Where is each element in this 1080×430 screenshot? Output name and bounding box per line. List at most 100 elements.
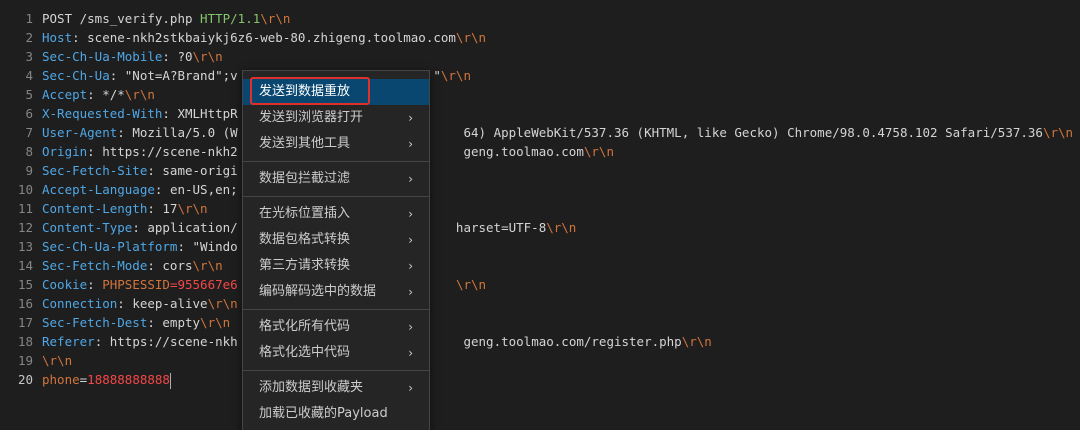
line-number: 9 (25, 163, 33, 178)
code-line[interactable]: 20 phone=18888888888 (0, 370, 1080, 389)
code-token: : https://scene-nkh (94, 334, 238, 349)
line-text: phone=18888888888 (42, 370, 171, 389)
menu-item[interactable]: 格式化所有代码 › (243, 314, 429, 340)
code-line[interactable]: 6 X-Requested-With: XMLHttpR (0, 104, 1080, 123)
code-line[interactable]: 10 Accept-Language: en-US,en; (0, 180, 1080, 199)
line-number: 2 (25, 30, 33, 45)
line-number: 12 (17, 220, 33, 235)
menu-item[interactable]: 编码解码选中的数据 › (243, 279, 429, 305)
code-line[interactable]: 9 Sec-Fetch-Site: same-origi (0, 161, 1080, 180)
menu-item[interactable]: 第三方请求转换 › (243, 253, 429, 279)
line-text: User-Agent: Mozilla/5.0 (W 64) AppleWebK… (42, 123, 1073, 142)
code-token: \r\n (192, 258, 223, 273)
code-token: \r\n (583, 144, 614, 159)
line-text: Accept-Language: en-US,en; (42, 180, 238, 199)
line-text: Sec-Fetch-Mode: cors\r\n (42, 256, 223, 275)
code-line[interactable]: 14 Sec-Fetch-Mode: cors\r\n (0, 256, 1080, 275)
code-token: Sec-Ch-Ua-Platform (42, 239, 178, 254)
code-token: Cookie (42, 277, 88, 292)
code-token: \r\n (681, 334, 712, 349)
line-number: 1 (25, 11, 33, 26)
code-token: \r\n (546, 220, 577, 235)
chevron-right-icon: › (408, 285, 413, 299)
line-number: 6 (25, 106, 33, 121)
line-text: X-Requested-With: XMLHttpR (42, 104, 238, 123)
line-text: Accept: */*\r\n (42, 85, 155, 104)
context-menu: 发送到数据重放 发送到浏览器打开 › 发送到其他工具 › 数据包拦截过滤 › 在光标位置插入 ›… (242, 70, 430, 430)
code-token: : Mozilla/5.0 (W (117, 125, 238, 140)
code-line[interactable]: 18 Referer: https://scene-nkh geng.toolma… (0, 332, 1080, 351)
chevron-right-icon: › (408, 381, 413, 395)
code-line[interactable]: 4 Sec-Ch-Ua: "Not=A?Brand";v "\r\n (0, 66, 1080, 85)
line-number: 7 (25, 125, 33, 140)
code-token: \r\n (455, 30, 487, 45)
code-line[interactable]: 5 Accept: */*\r\n (0, 85, 1080, 104)
code-line[interactable]: 7 User-Agent: Mozilla/5.0 (W 64) AppleWeb… (0, 123, 1080, 142)
line-text: Sec-Ch-Ua-Mobile: ?0\r\n (42, 47, 223, 66)
chevron-right-icon: › (408, 346, 413, 360)
chevron-right-icon: › (408, 320, 413, 334)
menu-item-label: 发送到其他工具 (259, 136, 351, 151)
line-text: Host: scene-nkh2stkbaiykj6z6-web-80.zhig… (42, 28, 486, 47)
chevron-right-icon: › (408, 259, 413, 273)
code-token: Connection (42, 296, 118, 311)
code-line[interactable]: 19 \r\n (0, 351, 1080, 370)
code-token: 18888888888 (87, 372, 170, 387)
code-token: User-Agent (42, 125, 118, 140)
code-token: HTTP/1.1 (200, 11, 261, 26)
line-text: Content-Length: 17\r\n (42, 199, 208, 218)
menu-item[interactable]: 加载已收藏的Payload (243, 401, 429, 427)
code-line[interactable]: 2 Host: scene-nkh2stkbaiykj6z6-web-80.zhi… (0, 28, 1080, 47)
code-line[interactable]: 1 POST /sms_verify.php HTTP/1.1\r\n (0, 9, 1080, 28)
menu-item[interactable]: 添加数据到收藏夹 › (243, 375, 429, 401)
line-number: 13 (17, 239, 33, 254)
code-line[interactable]: 15 Cookie: PHPSESSID=955667e6 \r\n (0, 275, 1080, 294)
line-number: 18 (17, 334, 33, 349)
code-token: " (433, 68, 441, 83)
code-area[interactable]: 1 POST /sms_verify.php HTTP/1.1\r\n 2 Host:… (0, 9, 1080, 389)
text-cursor (169, 372, 171, 389)
code-token: PHPSESSID (102, 277, 170, 292)
code-token: : https://scene-nkh2 (87, 144, 238, 159)
code-token: \r\n (124, 87, 155, 102)
menu-item-label: 在光标位置插入 (259, 206, 351, 221)
code-line[interactable]: 13 Sec-Ch-Ua-Platform: "Windo (0, 237, 1080, 256)
menu-item[interactable]: 格式化选中代码 › (243, 340, 429, 366)
code-line[interactable]: 12 Content-Type: application/ harset=UTF-… (0, 218, 1080, 237)
menu-item[interactable]: 数据包格式转换 › (243, 227, 429, 253)
code-token: Sec-Ch-Ua (42, 68, 110, 83)
code-line[interactable]: 11 Content-Length: 17\r\n (0, 199, 1080, 218)
line-number: 16 (17, 296, 33, 311)
chevron-right-icon: › (408, 137, 413, 151)
code-token: : application/ (132, 220, 238, 235)
code-token: Accept (42, 87, 88, 102)
menu-item[interactable]: 在光标位置插入 › (243, 201, 429, 227)
code-line[interactable]: 8 Origin: https://scene-nkh2 geng.toolmao… (0, 142, 1080, 161)
code-token: : empty (147, 315, 201, 330)
line-text: Sec-Fetch-Site: same-origi (42, 161, 238, 180)
menu-item[interactable]: 数据包拦截过滤 › (243, 166, 429, 192)
code-token: X-Requested-With (42, 106, 163, 121)
menu-item[interactable]: 发送到其他工具 › (243, 131, 429, 157)
code-token: \r\n (42, 353, 73, 368)
code-token: phone (42, 372, 80, 387)
request-editor[interactable]: 1 POST /sms_verify.php HTTP/1.1\r\n 2 Host:… (0, 0, 1080, 430)
line-number: 4 (25, 68, 33, 83)
code-token: : en-US,en; (154, 182, 238, 197)
code-line[interactable]: 3 Sec-Ch-Ua-Mobile: ?0\r\n (0, 47, 1080, 66)
line-number: 5 (25, 87, 33, 102)
code-line[interactable]: 17 Sec-Fetch-Dest: empty\r\n (0, 313, 1080, 332)
chevron-right-icon: › (408, 207, 413, 221)
code-line[interactable]: 16 Connection: keep-alive\r\n (0, 294, 1080, 313)
menu-item-label: 加载已收藏的Payload (259, 406, 388, 421)
code-token: \r\n (440, 68, 471, 83)
code-token: : keep-alive (117, 296, 208, 311)
menu-item[interactable]: 发送到数据重放 (243, 79, 429, 105)
code-token: \r\n (455, 277, 487, 292)
code-token: Content-Length (42, 201, 148, 216)
menu-item[interactable]: 发送到浏览器打开 › (243, 105, 429, 131)
line-text: \r\n (42, 351, 72, 370)
menu-item-label: 第三方请求转换 (259, 258, 351, 273)
line-number: 10 (17, 182, 33, 197)
line-text: Sec-Fetch-Dest: empty\r\n (42, 313, 230, 332)
